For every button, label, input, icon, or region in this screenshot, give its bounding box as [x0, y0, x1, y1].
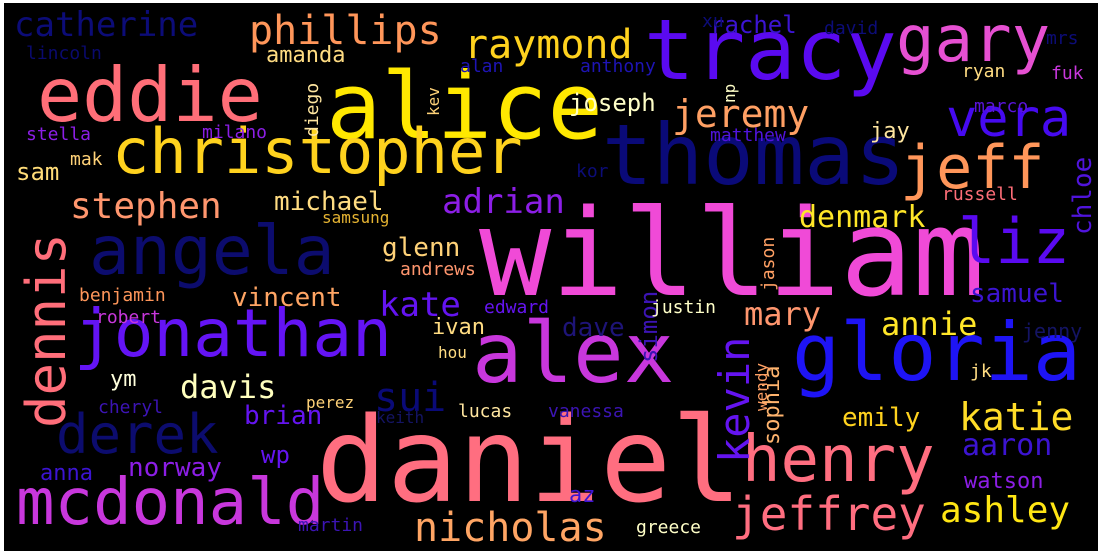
word-martin: martin	[298, 515, 364, 536]
word-kev: kev	[424, 87, 443, 116]
word-russell: russell	[942, 184, 1018, 205]
word-ashley: ashley	[940, 490, 1071, 531]
word-sam: sam	[16, 158, 60, 186]
word-robert: robert	[96, 307, 162, 328]
word-jason: jason	[758, 236, 779, 291]
word-samsung: samsung	[322, 208, 390, 227]
word-hou: hou	[438, 343, 467, 362]
word-norway: norway	[128, 453, 222, 483]
word-np: np	[720, 83, 739, 103]
word-cloud-canvas: william daniel alice thomas tracy christopher…	[4, 3, 1098, 551]
word-wp: wp	[261, 441, 290, 469]
word-samuel: samuel	[970, 279, 1064, 309]
word-wendy: wendy	[752, 362, 771, 411]
word-xu: xu	[702, 11, 724, 32]
word-jenny: jenny	[1022, 319, 1083, 343]
word-perez: perez	[306, 393, 355, 412]
word-watson: watson	[964, 469, 1044, 494]
word-mak: mak	[70, 149, 103, 170]
word-mary: mary	[744, 295, 822, 333]
word-nicholas: nicholas	[414, 505, 607, 551]
word-diego: diego	[302, 82, 323, 137]
word-denmark: denmark	[799, 200, 926, 235]
word-liz: liz	[958, 205, 1070, 278]
word-kor: kor	[576, 161, 609, 182]
word-emily: emily	[842, 403, 921, 433]
word-keith: keith	[376, 408, 425, 427]
word-jk: jk	[970, 361, 992, 382]
word-milano: milano	[202, 122, 268, 143]
word-cloud-image: william daniel alice thomas tracy christopher…	[0, 0, 1101, 558]
word-dennis: dennis	[15, 232, 78, 428]
word-mrs: mrs	[1046, 28, 1079, 49]
word-stephen: stephen	[70, 186, 222, 227]
word-marco: marco	[974, 96, 1029, 117]
word-stella: stella	[26, 124, 92, 145]
word-dave: dave	[562, 313, 625, 343]
word-davis: davis	[180, 368, 277, 406]
word-cheryl: cheryl	[98, 397, 164, 418]
word-vincent: vincent	[232, 283, 342, 313]
word-aaron: aaron	[962, 428, 1053, 463]
word-david: david	[824, 18, 879, 39]
word-catherine: catherine	[14, 5, 199, 45]
word-joseph: joseph	[569, 89, 656, 117]
word-lincoln: lincoln	[26, 43, 102, 64]
word-glenn: glenn	[382, 233, 461, 263]
word-jeffrey: jeffrey	[732, 487, 926, 541]
word-adrian: adrian	[442, 182, 565, 222]
word-az: az	[569, 483, 596, 508]
word-lucas: lucas	[458, 401, 513, 422]
word-annie: annie	[881, 305, 978, 343]
word-kevin: kevin	[710, 336, 759, 463]
word-edward: edward	[484, 297, 550, 318]
word-vanessa: vanessa	[548, 401, 624, 422]
word-ivan: ivan	[432, 315, 485, 340]
word-andrews: andrews	[400, 259, 476, 280]
word-matthew: matthew	[710, 125, 786, 146]
word-anthony: anthony	[580, 56, 656, 77]
word-justin: justin	[651, 297, 717, 318]
word-fuk: fuk	[1051, 63, 1084, 84]
word-ym: ym	[110, 367, 137, 392]
word-alan: alan	[460, 56, 504, 77]
word-amanda: amanda	[266, 43, 346, 68]
word-ryan: ryan	[962, 61, 1006, 82]
word-chloe: chloe	[1068, 156, 1098, 235]
word-angela: angela	[89, 212, 335, 291]
word-anna: anna	[40, 461, 93, 486]
word-benjamin: benjamin	[79, 285, 166, 306]
word-jay: jay	[870, 119, 910, 144]
word-greece: greece	[636, 517, 702, 538]
